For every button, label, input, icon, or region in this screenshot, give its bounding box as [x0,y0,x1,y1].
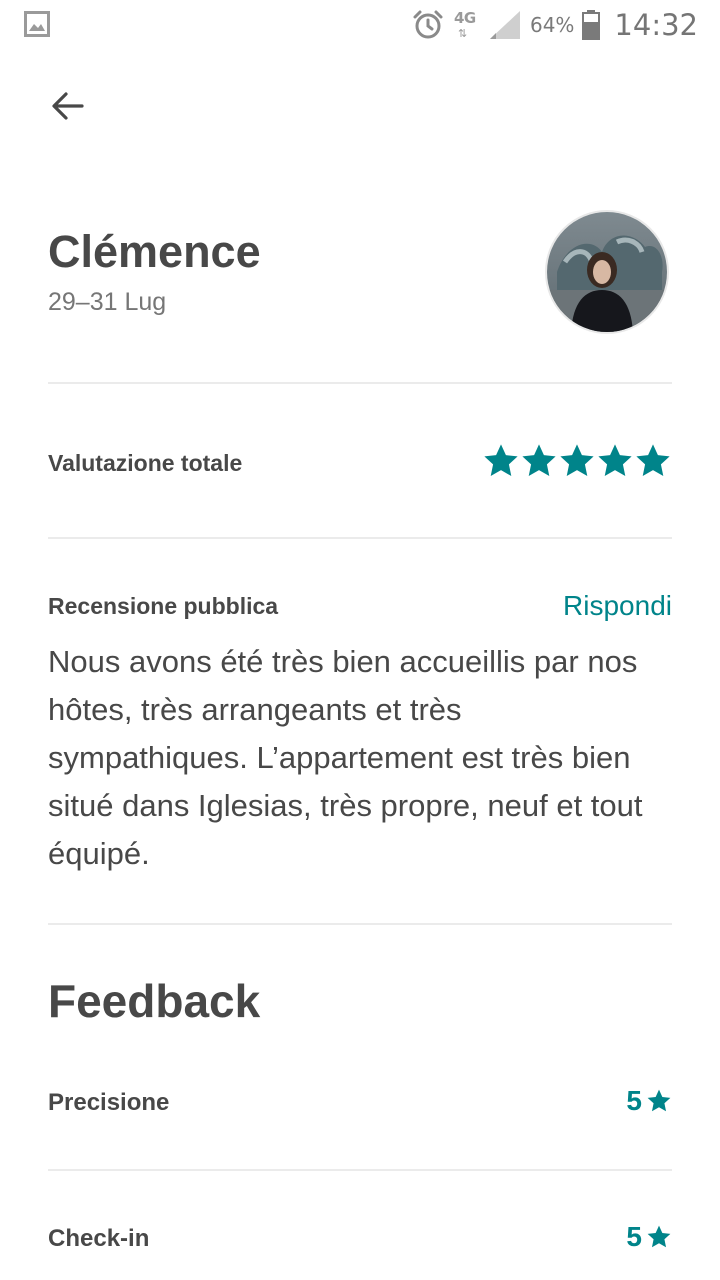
network-label: 4G [453,9,476,27]
divider [48,923,672,925]
feedback-title: Feedback [48,975,261,1027]
divider [48,1169,672,1171]
battery-icon [582,10,601,40]
overall-rating-stars [482,442,672,482]
overall-rating-label: Valutazione totale [48,450,243,476]
feedback-label: Precisione [48,1089,170,1116]
alarm-icon [413,10,443,39]
data-arrows-icon: ⇅ [457,27,468,40]
divider [48,537,672,539]
feedback-score: 5 [626,1221,672,1253]
feedback-row-accuracy: Precisione 5 [48,1085,672,1125]
star-icon [522,444,556,477]
score-value: 5 [626,1221,642,1252]
review-text: Nous avons été très bien accueillis par … [48,644,643,871]
feedback-label: Check-in [48,1225,150,1252]
battery-percentage: 64% [529,13,575,37]
signal-icon [489,11,520,39]
status-bar: 4G ⇅ 64% 14:32 [0,0,720,50]
reply-link[interactable]: Rispondi [563,590,672,622]
feedback-row-checkin: Check-in 5 [48,1221,672,1261]
divider [48,382,672,384]
star-icon [484,444,518,477]
star-icon [598,444,632,477]
feedback-score: 5 [626,1085,672,1117]
back-button[interactable] [46,84,90,128]
star-icon [647,1225,671,1248]
public-review-label: Recensione pubblica [48,593,279,619]
guest-name: Clémence [48,226,261,277]
avatar[interactable] [545,210,669,334]
network-indicator: 4G ⇅ [452,7,480,43]
gallery-icon [24,11,50,37]
clock: 14:32 [614,8,698,42]
star-icon [647,1089,671,1112]
back-arrow-icon [52,92,84,120]
guest-photo [547,212,667,332]
stay-dates: 29–31 Lug [48,288,167,316]
score-value: 5 [626,1085,642,1116]
star-icon [636,444,670,477]
star-icon [560,444,594,477]
